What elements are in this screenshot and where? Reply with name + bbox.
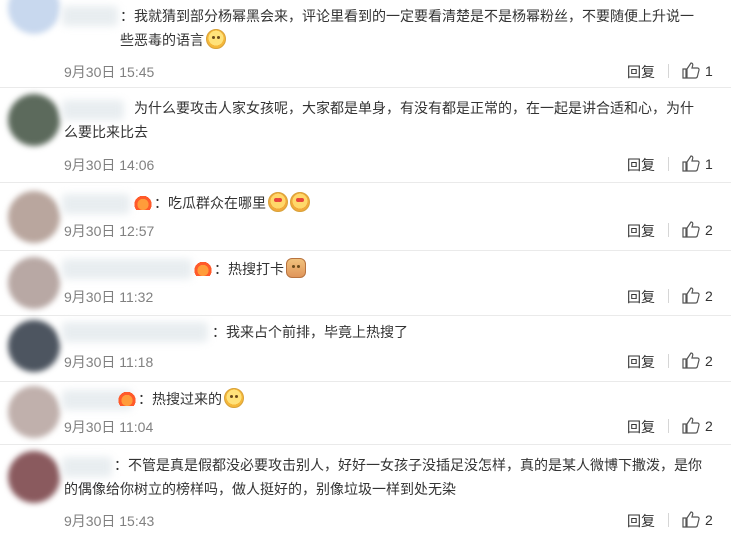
divider bbox=[668, 513, 669, 527]
reply-button[interactable]: 回复 bbox=[627, 417, 655, 437]
like-button[interactable]: 1 bbox=[682, 155, 713, 172]
love-emoji-icon bbox=[290, 192, 310, 212]
like-button[interactable]: 2 bbox=[682, 417, 713, 434]
comment-text: ：吃瓜群众在哪里 bbox=[134, 191, 711, 215]
comment-text: ：不管是真是假都没必要攻击别人，好好一女孩子没插足没怎样，真的是某人微博下撒泼，… bbox=[64, 453, 707, 501]
comment-text: ：我来占个前排，毕竟上热搜了 bbox=[212, 320, 711, 344]
comment-time: 9月30日 12:57 bbox=[64, 223, 155, 239]
thumbs-up-icon bbox=[682, 62, 700, 79]
thumbs-up-icon bbox=[682, 155, 700, 172]
username-blurred[interactable] bbox=[62, 259, 192, 279]
comment-body: ：我来占个前排，毕竟上热搜了 bbox=[212, 324, 408, 340]
comment-text: ：热搜过来的 bbox=[118, 387, 711, 411]
divider bbox=[668, 419, 669, 433]
avatar[interactable] bbox=[8, 386, 60, 438]
like-count: 1 bbox=[705, 156, 713, 172]
vip-badge-icon bbox=[194, 262, 212, 276]
comment-body: 为什么要攻击人家女孩呢，大家都是单身，有没有都是正常的，在一起是讲合适和心，为什… bbox=[64, 100, 694, 140]
comment-item: ：吃瓜群众在哪里 9月30日 12:57 回复 2 bbox=[0, 183, 731, 251]
username-blurred[interactable] bbox=[62, 194, 130, 214]
username-blurred[interactable] bbox=[62, 6, 118, 26]
divider bbox=[668, 354, 669, 368]
like-button[interactable]: 2 bbox=[682, 287, 713, 304]
comment-time: 9月30日 15:45 bbox=[64, 64, 155, 80]
comment-item: ：我来占个前排，毕竟上热搜了 9月30日 11:18 回复 2 bbox=[0, 316, 731, 382]
comment-item: ：热搜打卡 9月30日 11:32 回复 2 bbox=[0, 251, 731, 316]
cat-emoji-icon bbox=[286, 258, 306, 278]
avatar[interactable] bbox=[8, 320, 60, 372]
like-count: 2 bbox=[705, 418, 713, 434]
like-button[interactable]: 2 bbox=[682, 352, 713, 369]
comment-body: ：吃瓜群众在哪里 bbox=[154, 195, 266, 211]
avatar[interactable] bbox=[8, 191, 60, 243]
vip-badge-icon bbox=[134, 196, 152, 210]
like-count: 2 bbox=[705, 288, 713, 304]
like-count: 2 bbox=[705, 353, 713, 369]
avatar[interactable] bbox=[8, 94, 60, 146]
thumbs-up-icon bbox=[682, 417, 700, 434]
reply-button[interactable]: 回复 bbox=[627, 62, 655, 82]
comment-time: 9月30日 14:06 bbox=[64, 157, 155, 173]
reply-button[interactable]: 回复 bbox=[627, 221, 655, 241]
comment-item: ：我就猜到部分杨幂黑会来，评论里看到的一定要看清楚是不是杨幂粉丝，不要随便上升说… bbox=[0, 0, 731, 88]
like-button[interactable]: 2 bbox=[682, 221, 713, 238]
comment-item: ：不管是真是假都没必要攻击别人，好好一女孩子没插足没怎样，真的是某人微博下撒泼，… bbox=[0, 445, 731, 534]
thumbs-up-icon bbox=[682, 352, 700, 369]
comment-item: ：热搜过来的 9月30日 11:04 回复 2 bbox=[0, 382, 731, 445]
comment-time: 9月30日 15:43 bbox=[64, 513, 155, 529]
reply-button[interactable]: 回复 bbox=[627, 155, 655, 175]
comment-time: 9月30日 11:32 bbox=[64, 289, 154, 305]
avatar[interactable] bbox=[8, 0, 60, 34]
love-emoji-icon bbox=[268, 192, 288, 212]
comment-time: 9月30日 11:04 bbox=[64, 419, 154, 435]
divider bbox=[668, 289, 669, 303]
comment-body: ：不管是真是假都没必要攻击别人，好好一女孩子没插足没怎样，真的是某人微博下撒泼，… bbox=[64, 457, 702, 497]
divider bbox=[668, 64, 669, 78]
comment-body: ：热搜打卡 bbox=[214, 261, 284, 277]
comment-text: ：热搜打卡 bbox=[194, 257, 711, 281]
comment-text: 为什么要攻击人家女孩呢，大家都是单身，有没有都是正常的，在一起是讲合适和心，为什… bbox=[64, 96, 707, 144]
like-button[interactable]: 1 bbox=[682, 62, 713, 79]
like-button[interactable]: 2 bbox=[682, 511, 713, 528]
divider bbox=[668, 223, 669, 237]
reply-button[interactable]: 回复 bbox=[627, 511, 655, 531]
like-count: 1 bbox=[705, 63, 713, 79]
thumbs-up-icon bbox=[682, 221, 700, 238]
vip-badge-icon bbox=[118, 392, 136, 406]
like-count: 2 bbox=[705, 512, 713, 528]
reply-button[interactable]: 回复 bbox=[627, 287, 655, 307]
comment-item: 为什么要攻击人家女孩呢，大家都是单身，有没有都是正常的，在一起是讲合适和心，为什… bbox=[0, 88, 731, 183]
dog-emoji-icon bbox=[224, 388, 244, 408]
like-count: 2 bbox=[705, 222, 713, 238]
comment-body: ：热搜过来的 bbox=[138, 391, 222, 407]
username-blurred[interactable] bbox=[62, 322, 208, 342]
reply-button[interactable]: 回复 bbox=[627, 352, 655, 372]
comment-text: ：我就猜到部分杨幂黑会来，评论里看到的一定要看清楚是不是杨幂粉丝，不要随便上升说… bbox=[120, 4, 707, 52]
smile-emoji-icon bbox=[206, 29, 226, 49]
divider bbox=[668, 157, 669, 171]
comment-time: 9月30日 11:18 bbox=[64, 354, 154, 370]
avatar[interactable] bbox=[8, 257, 60, 309]
avatar[interactable] bbox=[8, 451, 60, 503]
thumbs-up-icon bbox=[682, 287, 700, 304]
thumbs-up-icon bbox=[682, 511, 700, 528]
